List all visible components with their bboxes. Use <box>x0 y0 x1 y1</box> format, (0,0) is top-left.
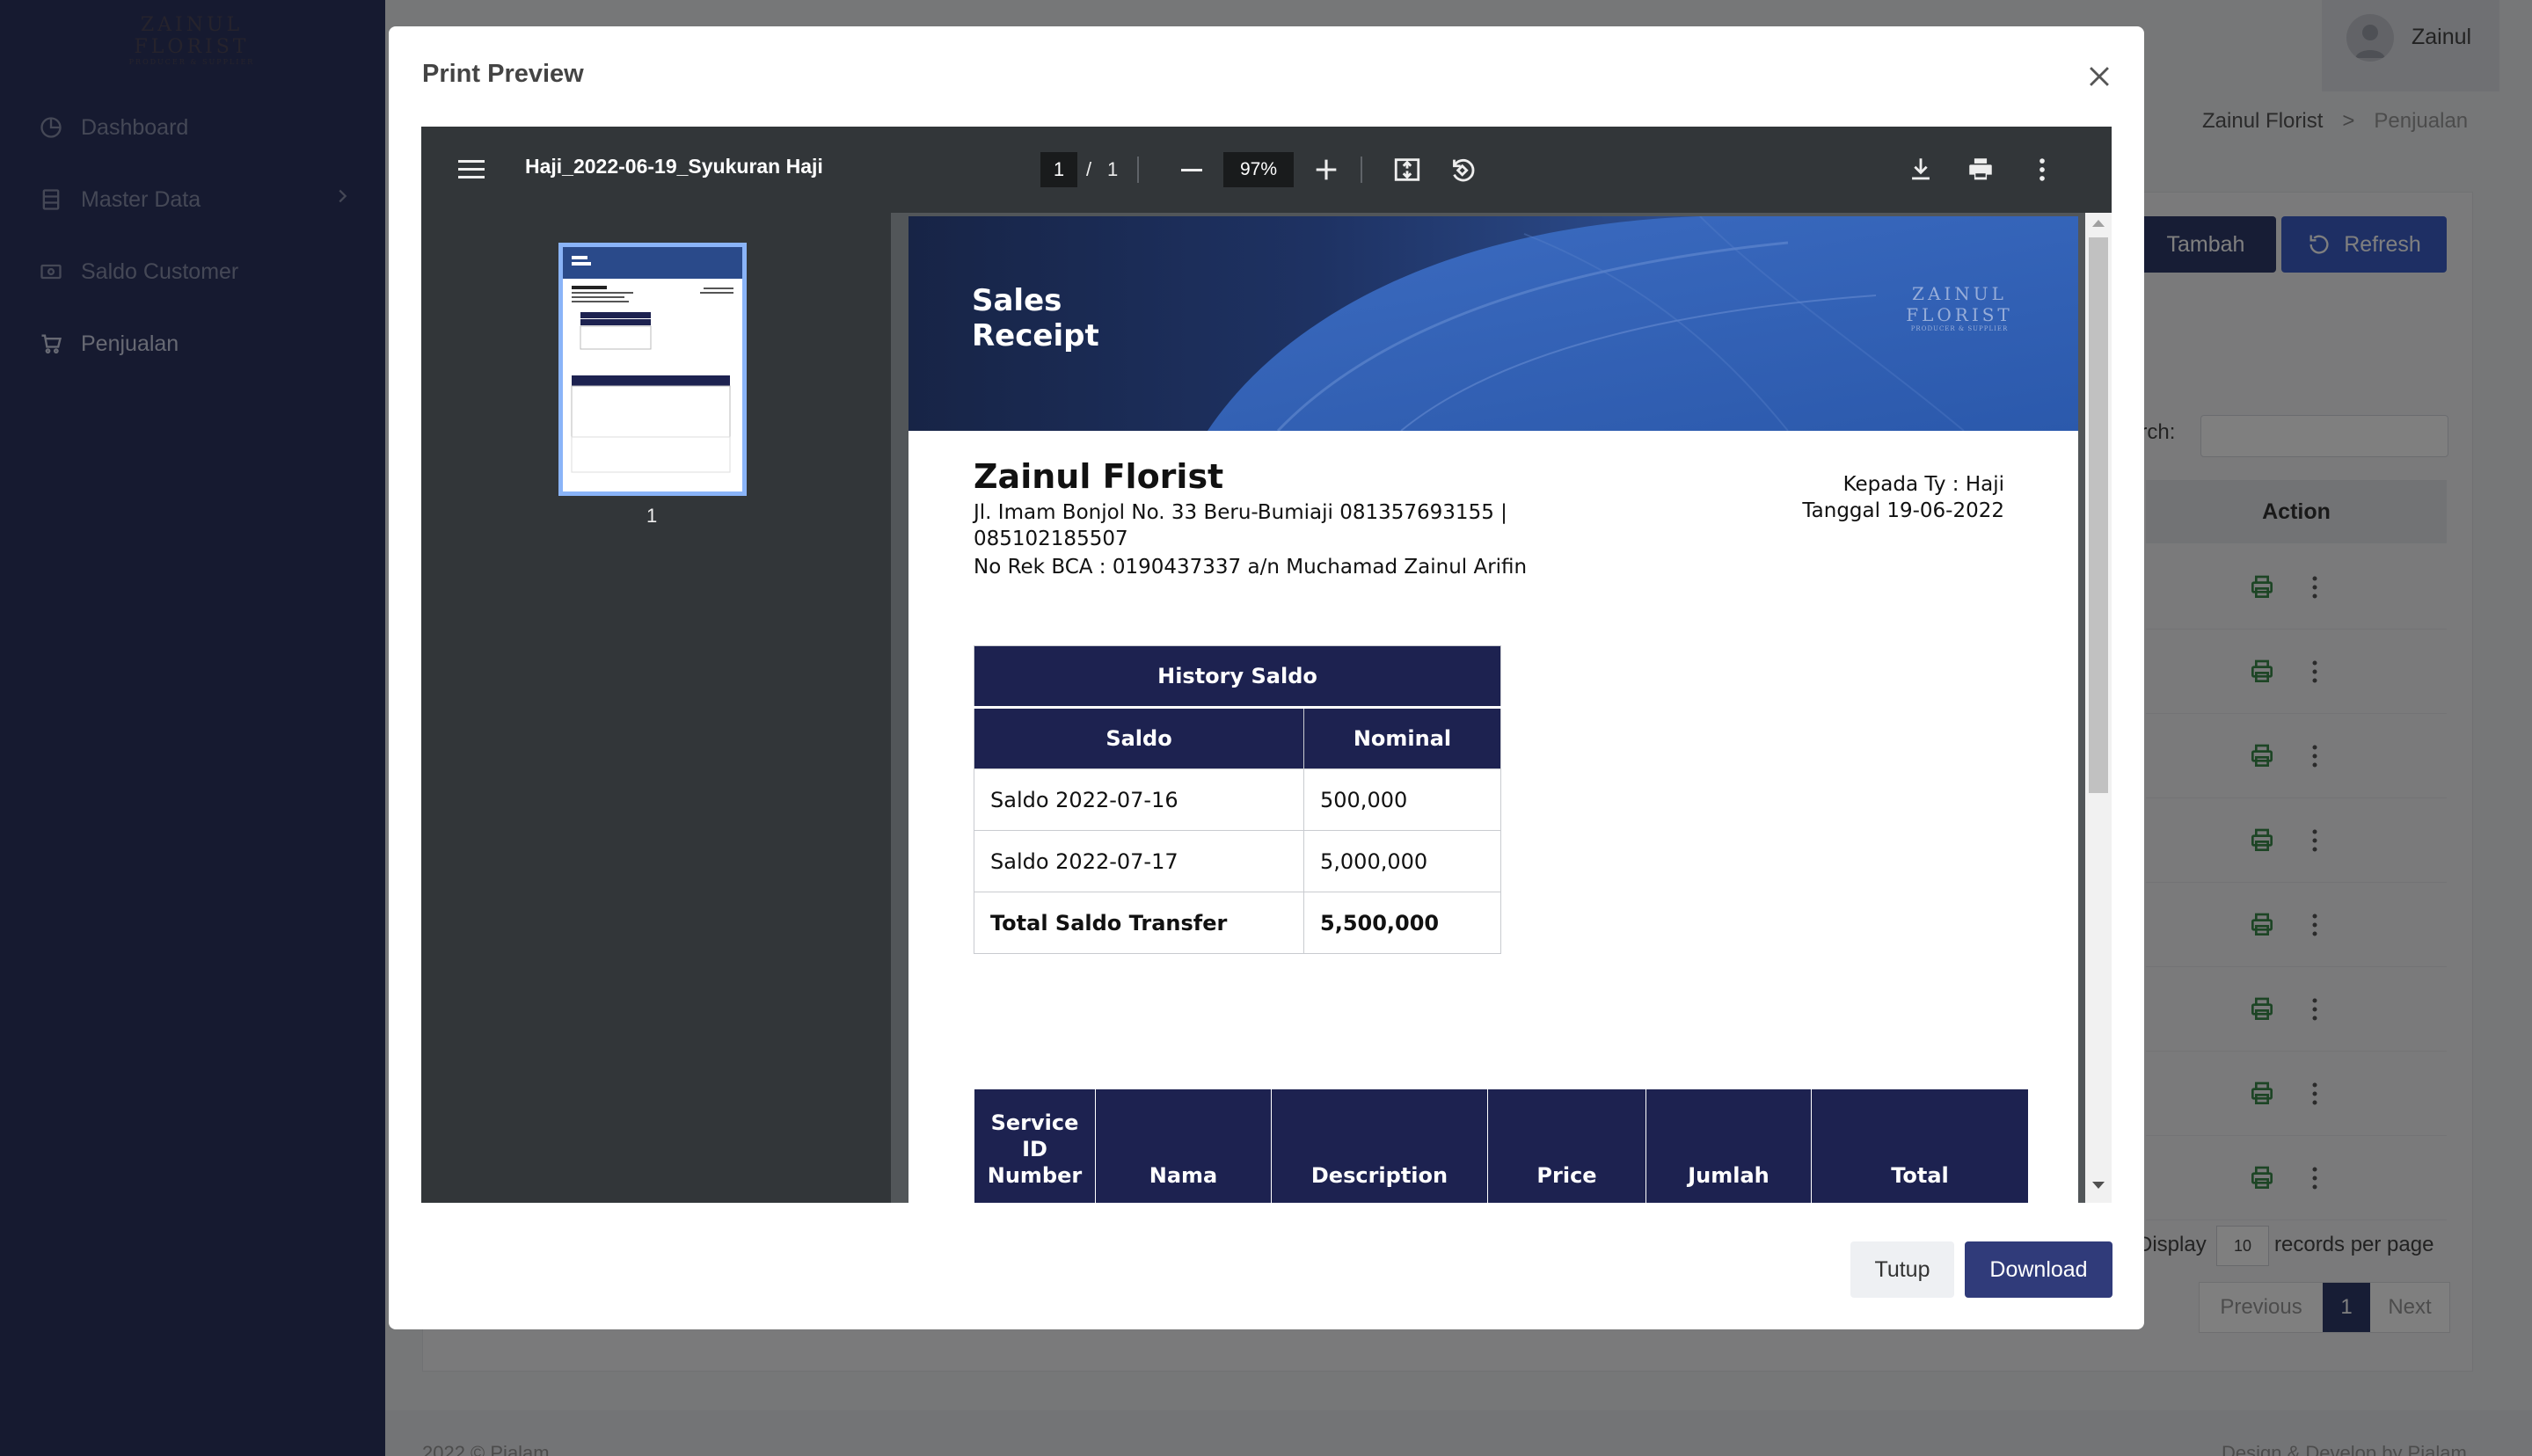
history-saldo-table: History Saldo Saldo Nominal Saldo 2022-0… <box>974 645 1501 954</box>
print-preview-modal: Print Preview Haji_2022-06-19_Syukuran H… <box>389 26 2144 1329</box>
page-total: 1 <box>1107 158 1119 180</box>
toolbar-divider <box>1137 157 1139 183</box>
menu-icon[interactable] <box>458 158 485 181</box>
column-header-nominal: Nominal <box>1303 707 1501 769</box>
pdf-toolbar: Haji_2022-06-19_Syukuran Haji 1 / 1 97% <box>421 127 2112 213</box>
scroll-up-arrow-icon[interactable] <box>2092 220 2105 227</box>
history-saldo-title: History Saldo <box>974 645 1501 709</box>
nominal-cell: 5,000,000 <box>1303 830 1501 892</box>
download-button[interactable]: Download <box>1965 1241 2112 1298</box>
print-icon[interactable] <box>1966 155 1996 185</box>
modal-title: Print Preview <box>422 60 584 88</box>
company-address: Jl. Imam Bonjol No. 33 Beru-Bumiaji 0813… <box>974 501 1507 550</box>
zoom-out-icon[interactable] <box>1181 169 1202 171</box>
column-header-service-id: Service ID Number <box>974 1088 1096 1203</box>
column-header-price: Price <box>1487 1088 1646 1203</box>
receipt-banner: Sales Receipt ZAINUL FLORIST PRODUCER & … <box>908 216 2078 431</box>
toolbar-divider <box>1361 157 1362 183</box>
page-thumbnail[interactable] <box>558 243 747 496</box>
receipt-date: Tanggal 19-06-2022 <box>1802 499 2004 522</box>
receipt-logo-line-3: PRODUCER & SUPPLIER <box>1910 325 2009 332</box>
more-vertical-icon[interactable] <box>2027 155 2057 185</box>
column-header-saldo: Saldo <box>974 707 1304 769</box>
saldo-cell: Saldo 2022-07-16 <box>974 768 1304 831</box>
rotate-icon[interactable] <box>1447 155 1477 185</box>
nominal-cell: 500,000 <box>1303 768 1501 831</box>
bank-account: No Rek BCA : 0190437337 a/n Muchamad Zai… <box>974 556 1528 579</box>
close-button[interactable]: Tutup <box>1850 1241 1954 1298</box>
receipt-heading-line-1: Sales <box>972 283 1062 318</box>
company-name: Zainul Florist <box>974 457 1224 496</box>
total-row: Total Saldo Transfer 5,500,000 <box>974 892 1501 954</box>
recipient-block: Kepada Ty : Haji Tanggal 19-06-2022 <box>1802 471 2004 524</box>
fit-page-icon[interactable] <box>1392 155 1422 185</box>
service-table: Service ID Number Nama Description Price… <box>974 1088 2029 1203</box>
table-row: Saldo 2022-07-16 500,000 <box>974 768 1501 831</box>
table-row: Saldo 2022-07-17 5,000,000 <box>974 830 1501 892</box>
pdf-filename: Haji_2022-06-19_Syukuran Haji <box>525 155 823 178</box>
pdf-viewer: Haji_2022-06-19_Syukuran Haji 1 / 1 97% <box>421 127 2112 1203</box>
total-value: 5,500,000 <box>1303 892 1501 954</box>
saldo-cell: Saldo 2022-07-17 <box>974 830 1304 892</box>
zoom-level-input[interactable]: 97% <box>1223 152 1294 187</box>
recipient: Kepada Ty : Haji <box>1842 473 2004 496</box>
zoom-in-icon[interactable] <box>1311 155 1341 185</box>
column-header-jumlah: Jumlah <box>1645 1088 1812 1203</box>
pdf-page: Sales Receipt ZAINUL FLORIST PRODUCER & … <box>908 216 2078 1203</box>
column-header-total: Total <box>1811 1088 2029 1203</box>
pdf-scrollbar-thumb[interactable] <box>2089 237 2108 793</box>
thumbnail-page-number: 1 <box>646 505 658 527</box>
receipt-logo-line-2: FLORIST <box>1906 304 2013 325</box>
page-number-input[interactable]: 1 <box>1040 152 1077 187</box>
column-header-description: Description <box>1271 1088 1488 1203</box>
total-label: Total Saldo Transfer <box>974 892 1304 954</box>
column-header-nama: Nama <box>1095 1088 1272 1203</box>
page-separator: / <box>1086 158 1092 180</box>
download-icon[interactable] <box>1906 155 1936 185</box>
receipt-logo: ZAINUL FLORIST PRODUCER & SUPPLIER <box>1876 283 2043 371</box>
receipt-heading-line-2: Receipt <box>972 318 1099 353</box>
close-icon[interactable] <box>2084 62 2114 91</box>
receipt-heading: Sales Receipt <box>972 283 1099 353</box>
scroll-down-arrow-icon[interactable] <box>2092 1182 2105 1189</box>
receipt-logo-line-1: ZAINUL <box>1912 283 2007 304</box>
thumbnail-panel: 1 <box>421 213 891 1203</box>
